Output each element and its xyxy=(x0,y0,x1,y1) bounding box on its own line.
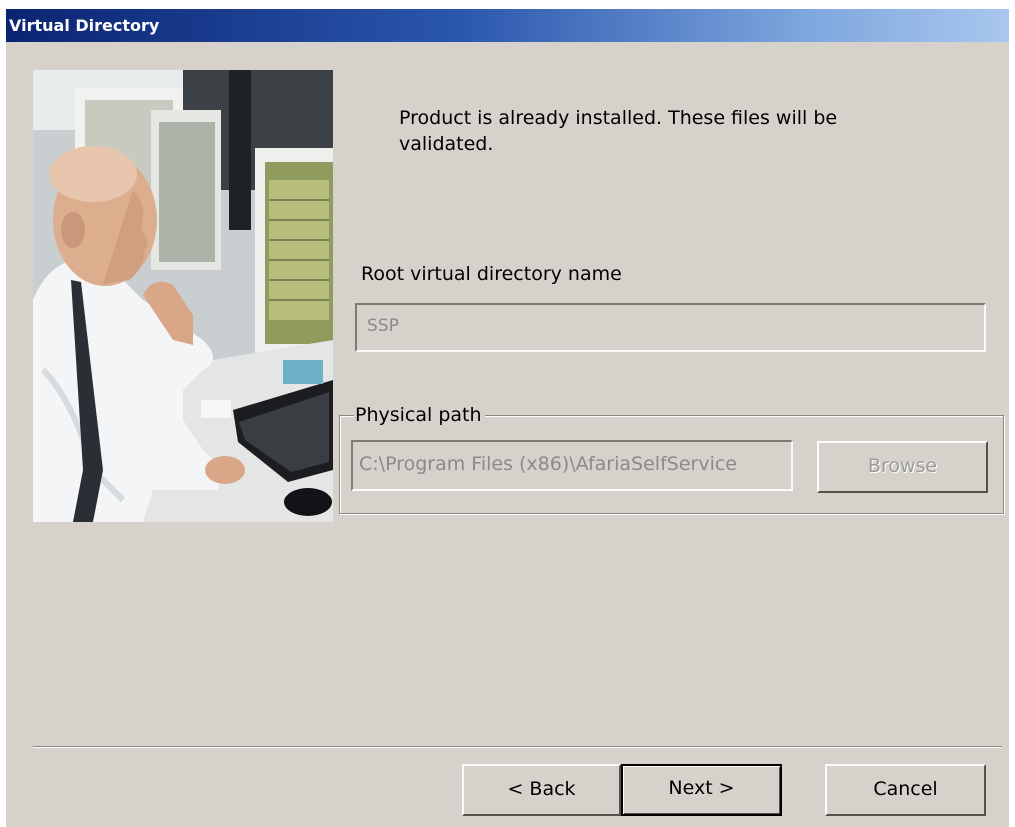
root-directory-label: Root virtual directory name xyxy=(361,263,622,285)
back-button[interactable]: < Back xyxy=(462,764,621,816)
dialog-window: Virtual Directory Product is already ins… xyxy=(6,9,1009,827)
status-message: Product is already installed. These file… xyxy=(399,107,838,155)
physical-path-input[interactable]: C:\Program Files (x86)\AfariaSelfService xyxy=(351,440,793,491)
footer-separator xyxy=(33,746,1002,748)
next-button[interactable]: Next > xyxy=(621,764,782,816)
physical-path-label: Physical path xyxy=(354,404,485,426)
banner-photo xyxy=(33,70,333,522)
root-directory-input[interactable]: SSP xyxy=(355,303,986,352)
browse-button[interactable]: Browse xyxy=(817,441,988,493)
title-bar[interactable]: Virtual Directory xyxy=(6,9,1009,42)
window-title: Virtual Directory xyxy=(9,16,160,35)
cancel-button[interactable]: Cancel xyxy=(825,764,986,816)
